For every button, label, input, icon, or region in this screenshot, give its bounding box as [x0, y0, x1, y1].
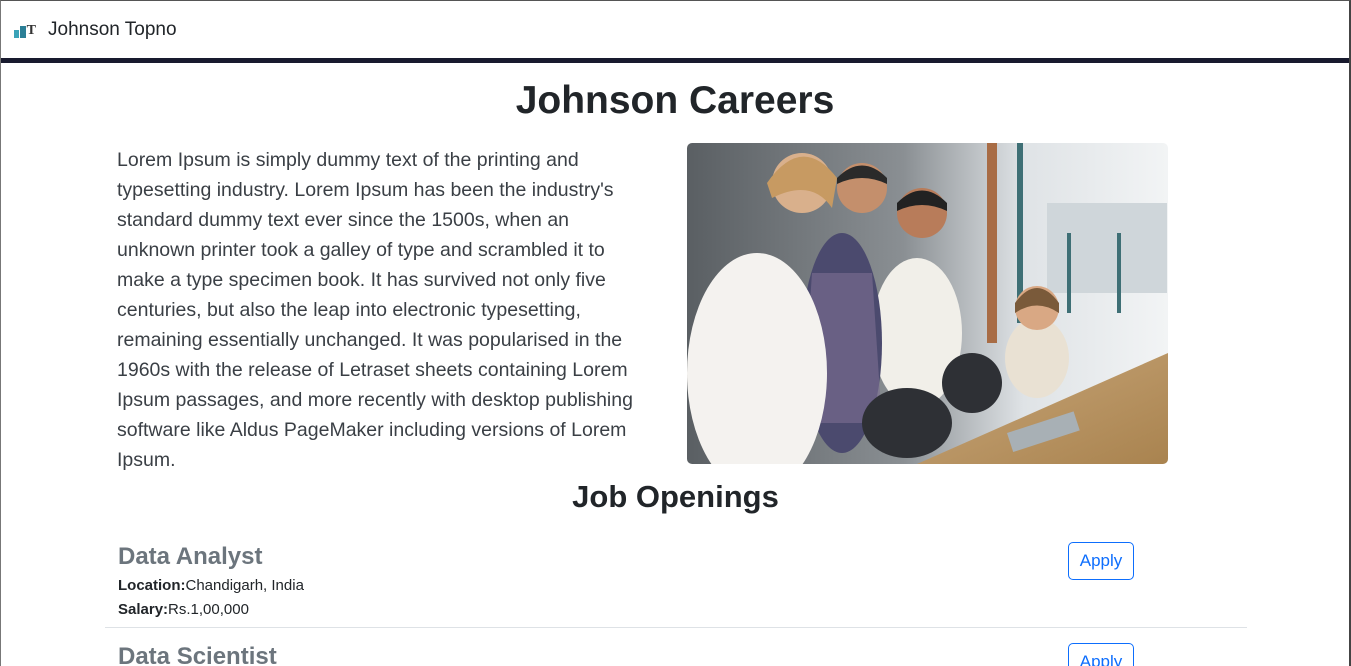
job-listing: Data Scientist Apply — [105, 641, 1247, 666]
salary-value: Rs.1,00,000 — [168, 601, 249, 618]
location-label: Location: — [118, 577, 186, 594]
apply-button[interactable]: Apply — [1068, 643, 1134, 666]
job-salary: Salary:Rs.1,00,000 — [118, 601, 249, 618]
job-listing: Data Analyst Location:Chandigarh, India … — [105, 541, 1247, 628]
job-title: Data Scientist — [118, 643, 277, 666]
hero-paragraph: Lorem Ipsum is simply dummy text of the … — [117, 149, 633, 471]
company-logo-icon[interactable]: T — [14, 22, 36, 38]
job-location: Location:Chandigarh, India — [118, 577, 304, 594]
apply-button[interactable]: Apply — [1068, 542, 1134, 580]
page: T Johnson Topno Johnson Careers Lorem Ip… — [0, 0, 1351, 666]
salary-label: Salary: — [118, 601, 169, 618]
navbar-divider — [1, 58, 1349, 63]
hero-section: Lorem Ipsum is simply dummy text of the … — [117, 143, 1169, 471]
job-openings-heading: Job Openings — [572, 479, 779, 514]
job-title: Data Analyst — [118, 543, 263, 570]
location-value: Chandigarh, India — [185, 577, 304, 594]
page-title: Johnson Careers — [515, 79, 835, 122]
navbar: T Johnson Topno — [1, 1, 1349, 58]
team-office-photo — [687, 143, 1168, 464]
brand-link[interactable]: Johnson Topno — [48, 19, 177, 41]
